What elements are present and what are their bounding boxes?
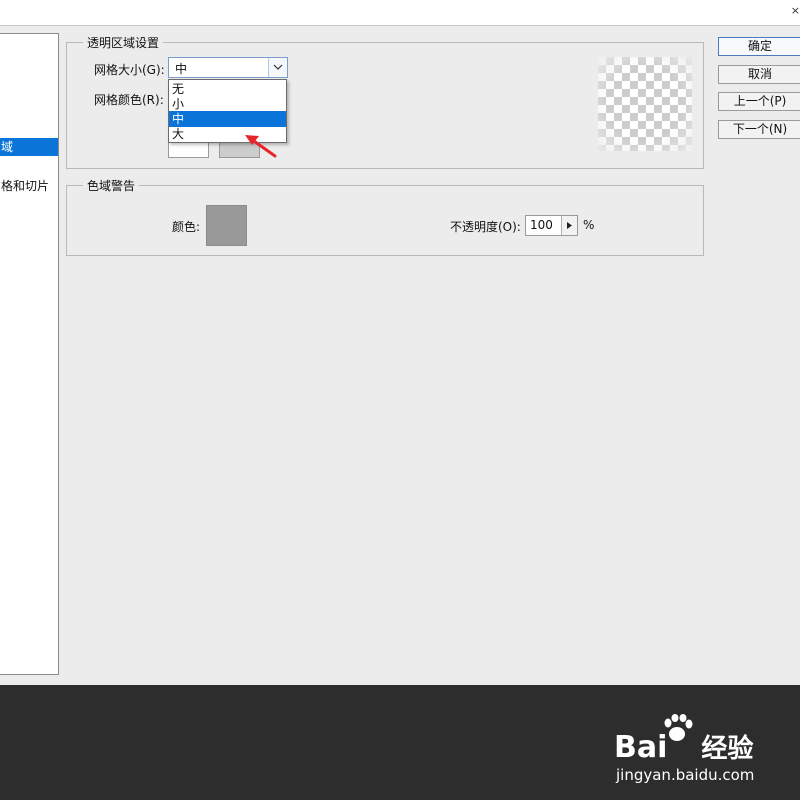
cancel-button[interactable]: 取消 xyxy=(718,65,800,84)
opacity-value: 100 xyxy=(530,218,553,232)
gamut-color-swatch[interactable] xyxy=(206,205,247,246)
opacity-slider-toggle[interactable] xyxy=(561,216,577,235)
window-titlebar: × xyxy=(0,0,800,26)
grid-size-value: 中 xyxy=(175,62,188,76)
close-button[interactable]: × xyxy=(791,4,800,17)
preferences-category-list[interactable]: 域 格和切片 xyxy=(0,33,59,675)
opacity-label: 不透明度(O): xyxy=(450,220,521,234)
baidu-jingyan-watermark: Bai 经验 jingyan.baidu.com xyxy=(612,708,800,788)
dropdown-button[interactable] xyxy=(268,58,287,77)
annotation-arrow-icon xyxy=(245,135,277,158)
category-item-guides-grid-slices[interactable]: 格和切片 xyxy=(0,177,49,195)
gamut-warning-legend: 色域警告 xyxy=(87,179,136,193)
option-none[interactable]: 无 xyxy=(169,81,286,97)
watermark-logo-text: Bai 经验 xyxy=(614,730,754,765)
watermark-url: jingyan.baidu.com xyxy=(616,766,755,784)
gamut-color-label: 颜色: xyxy=(172,220,201,234)
transparency-settings-legend: 透明区域设置 xyxy=(87,36,160,50)
option-medium[interactable]: 中 xyxy=(169,111,286,127)
opacity-unit: % xyxy=(583,218,595,232)
grid-color-label: 网格颜色(R): xyxy=(94,93,164,107)
gamut-warning-group: 色域警告 xyxy=(66,177,704,256)
preview-fade-overlay xyxy=(598,57,692,151)
next-button[interactable]: 下一个(N) xyxy=(718,120,800,139)
prev-button[interactable]: 上一个(P) xyxy=(718,92,800,111)
triangle-right-icon xyxy=(567,222,572,229)
category-item-transparency-gamut[interactable]: 域 xyxy=(0,138,58,156)
chevron-down-icon xyxy=(273,64,283,70)
grid-size-label: 网格大小(G): xyxy=(94,63,165,77)
ok-button[interactable]: 确定 xyxy=(718,37,800,56)
opacity-input[interactable]: 100 xyxy=(525,215,578,236)
option-small[interactable]: 小 xyxy=(169,96,286,112)
grid-size-select[interactable]: 中 xyxy=(168,57,288,78)
